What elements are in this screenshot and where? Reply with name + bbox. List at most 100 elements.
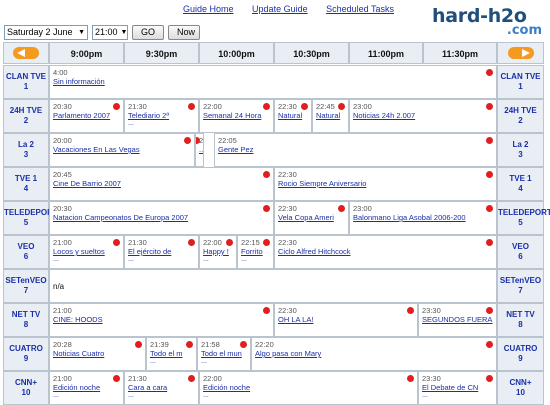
record-icon[interactable]	[188, 375, 195, 382]
time-select[interactable]: 21:00 ▼	[92, 25, 128, 40]
channel-label-right[interactable]: CLAN TVE 1	[497, 65, 544, 99]
record-icon[interactable]	[486, 103, 493, 110]
channel-label-right[interactable]: 24H TVE 2	[497, 99, 544, 133]
program-title-link[interactable]: Edición noche	[53, 383, 121, 392]
program-title-link[interactable]: Cara a cara	[128, 383, 196, 392]
program-title-link[interactable]: Edición noche	[203, 383, 415, 392]
program-title-link[interactable]: Parlamento 2007	[53, 111, 121, 120]
program-title-link[interactable]: Semanal 24 Hora	[203, 111, 271, 120]
channel-label-left[interactable]: SETenVEO 7	[3, 269, 49, 303]
record-icon[interactable]	[407, 307, 414, 314]
program-title-link[interactable]: Algo pasa con Mary	[255, 349, 494, 358]
channel-label-left[interactable]: CLAN TVE 1	[3, 65, 49, 99]
program-title-link[interactable]: SEGUNDOS FUERA	[422, 315, 494, 324]
program-title-link[interactable]: Natural	[278, 111, 309, 120]
channel-label-left[interactable]: TELEDEPORTE 5	[3, 201, 63, 235]
record-icon[interactable]	[486, 239, 493, 246]
record-icon[interactable]	[486, 171, 493, 178]
program-title-link[interactable]: OH LA LA!	[278, 315, 415, 324]
record-icon[interactable]	[263, 171, 270, 178]
program-title-link[interactable]: Todo el mun	[201, 349, 248, 358]
record-icon[interactable]	[486, 307, 493, 314]
program-title-link[interactable]: Happy !	[203, 247, 234, 256]
record-icon[interactable]	[486, 205, 493, 212]
channel-label-left[interactable]: La 23	[3, 133, 49, 167]
channel-label-right[interactable]: TVE 14	[497, 167, 544, 201]
record-icon[interactable]	[240, 341, 247, 348]
program-title-link[interactable]: Balonmano Liga Asobal 2006-200	[353, 213, 494, 222]
record-icon[interactable]	[263, 307, 270, 314]
go-button[interactable]: GO	[132, 25, 164, 40]
record-icon[interactable]	[338, 103, 345, 110]
scheduled-tasks-link[interactable]: Scheduled Tasks	[326, 4, 394, 14]
record-icon[interactable]	[113, 103, 120, 110]
channel-label-right[interactable]: NET TV 8	[497, 303, 544, 337]
more-link[interactable]: ...	[203, 256, 234, 264]
record-icon[interactable]	[486, 375, 493, 382]
now-button[interactable]: Now	[168, 25, 200, 40]
record-icon[interactable]	[486, 69, 493, 76]
more-link[interactable]: ...	[53, 392, 121, 400]
record-icon[interactable]	[338, 205, 345, 212]
channel-label-left[interactable]: NET TV 8	[3, 303, 49, 337]
program-title-link[interactable]: Noticias 24h 2.007	[353, 111, 494, 120]
record-icon[interactable]	[188, 239, 195, 246]
record-icon[interactable]	[113, 239, 120, 246]
previous-button[interactable]	[3, 42, 49, 64]
record-icon[interactable]	[263, 205, 270, 212]
record-icon[interactable]	[263, 103, 270, 110]
program-title-link[interactable]: CINE: HOODS	[53, 315, 271, 324]
program-title-link[interactable]: Forrito	[241, 247, 271, 256]
more-link[interactable]: ...	[53, 256, 121, 264]
channel-label-right[interactable]: SETenVEO 7	[497, 269, 544, 303]
program-title-link[interactable]: Ciclo Alfred Hitchcock	[278, 247, 494, 256]
program-title-link[interactable]: Cine De Barrio 2007	[53, 179, 271, 188]
more-link[interactable]: ...	[422, 392, 494, 400]
program-title-link[interactable]: Rocio Siempre Aniversario	[278, 179, 494, 188]
program-title-link[interactable]: El ejército de	[128, 247, 196, 256]
record-icon[interactable]	[263, 239, 270, 246]
guide-home-link[interactable]: Guide Home	[183, 4, 234, 14]
channel-label-left[interactable]: VEO 6	[3, 235, 49, 269]
channel-label-right[interactable]: La 23	[497, 133, 544, 167]
record-icon[interactable]	[226, 239, 233, 246]
record-icon[interactable]	[301, 103, 308, 110]
record-icon[interactable]	[486, 341, 493, 348]
date-select[interactable]: Saturday 2 June ▼	[4, 25, 88, 40]
channel-label-left[interactable]: TVE 14	[3, 167, 49, 201]
record-icon[interactable]	[407, 375, 414, 382]
record-icon[interactable]	[486, 137, 493, 144]
program-title-link[interactable]: ...	[199, 145, 203, 154]
more-link[interactable]: ...	[150, 358, 194, 366]
more-link[interactable]: ...	[128, 120, 196, 128]
next-button[interactable]	[497, 42, 544, 64]
channel-label-right[interactable]: VEO 6	[497, 235, 544, 269]
program-title-link[interactable]: Noticias Cuatro	[53, 349, 143, 358]
record-icon[interactable]	[135, 341, 142, 348]
program-title-link[interactable]: Sin información	[53, 77, 494, 86]
more-link[interactable]: ...	[128, 256, 196, 264]
channel-label-right[interactable]: CUATRO 9	[497, 337, 544, 371]
program-title-link[interactable]: El Debate de CN	[422, 383, 494, 392]
update-guide-link[interactable]: Update Guide	[252, 4, 308, 14]
channel-label-right[interactable]: CNN+ 10	[497, 371, 544, 405]
record-icon[interactable]	[113, 375, 120, 382]
more-link[interactable]: ...	[203, 392, 415, 400]
more-link[interactable]: ...	[201, 358, 248, 366]
program-title-link[interactable]: Locos y sueltos	[53, 247, 121, 256]
program-title-link[interactable]: Natacion Campeonatos De Europa 2007	[53, 213, 271, 222]
record-icon[interactable]	[188, 103, 195, 110]
program-title-link[interactable]: Natural	[316, 111, 346, 120]
more-link[interactable]: ...	[128, 392, 196, 400]
record-icon[interactable]	[186, 341, 193, 348]
channel-label-right[interactable]: TELEDEPORTE5	[497, 201, 550, 235]
record-icon[interactable]	[184, 137, 191, 144]
more-link[interactable]: ...	[241, 256, 271, 264]
program-title-link[interactable]: Vacaciones En Las Vegas	[53, 145, 192, 154]
channel-label-left[interactable]: 24H TVE 2	[3, 99, 49, 133]
program-title-link[interactable]: Telediario 2ª	[128, 111, 196, 120]
channel-label-left[interactable]: CUATRO 9	[3, 337, 49, 371]
program-title-link[interactable]: Vela Copa Ameri	[278, 213, 346, 222]
program-title-link[interactable]: Todo el m	[150, 349, 194, 358]
channel-label-left[interactable]: CNN+ 10	[3, 371, 49, 405]
